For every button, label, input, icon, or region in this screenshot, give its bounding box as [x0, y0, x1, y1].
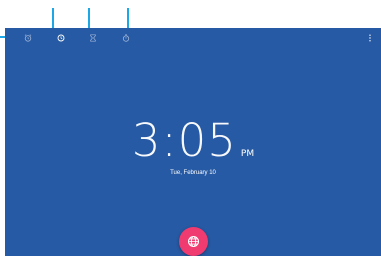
hourglass-icon [90, 34, 96, 42]
stopwatch-icon [122, 34, 130, 42]
clock-app: 3:05 PM Tue, February 10 [5, 28, 381, 256]
alarm-icon [24, 34, 32, 42]
world-clock-button[interactable] [179, 227, 208, 256]
tab-stopwatch[interactable] [119, 32, 133, 44]
tab-alarm[interactable] [21, 32, 35, 44]
more-vert-icon [369, 34, 371, 42]
tab-clock[interactable] [54, 32, 68, 44]
clock-ampm: PM [240, 149, 255, 159]
marker-line-2 [88, 8, 90, 28]
toolbar [5, 28, 381, 48]
clock-icon [57, 34, 65, 42]
tab-timer[interactable] [86, 32, 100, 44]
more-options-button[interactable] [367, 32, 373, 44]
clock-time: 3:05 [131, 114, 237, 167]
globe-icon [187, 235, 200, 248]
marker-line-3 [127, 8, 129, 28]
digital-clock: 3:05 PM [5, 116, 381, 172]
marker-line-1 [52, 8, 54, 28]
screen: 3:05 PM Tue, February 10 [0, 0, 381, 256]
clock-date: Tue, February 10 [170, 170, 216, 176]
